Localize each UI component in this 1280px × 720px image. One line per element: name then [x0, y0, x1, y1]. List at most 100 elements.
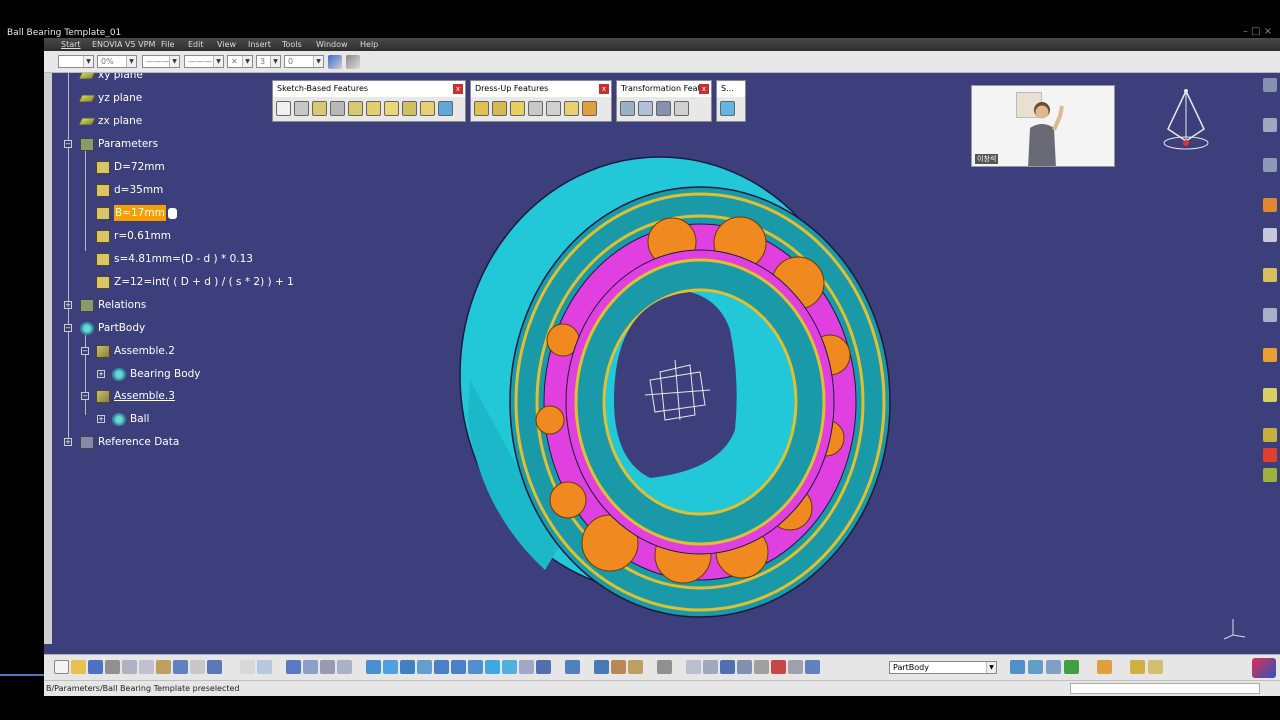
menu-start[interactable]: Start	[61, 40, 81, 49]
current-body-select[interactable]: PartBody ▼	[889, 661, 997, 674]
menu-insert[interactable]: Insert	[248, 40, 271, 49]
knowledge-icon[interactable]	[257, 660, 272, 674]
constraint-icon[interactable]	[594, 660, 609, 674]
catalog-icon[interactable]	[303, 660, 318, 674]
tool-icon[interactable]	[1130, 660, 1145, 674]
tree-param-r[interactable]: r=0.61mm	[96, 228, 171, 244]
tool-icon[interactable]	[1046, 660, 1061, 674]
tree-param-B[interactable]: B=17mm	[96, 205, 177, 221]
close-icon[interactable]: x	[453, 84, 463, 94]
ball[interactable]	[535, 405, 565, 435]
split-icon[interactable]	[720, 101, 735, 116]
tree-param-s[interactable]: s=4.81mm=(D - d ) * 0.13	[96, 251, 253, 267]
tree-ball[interactable]: Ball	[112, 411, 149, 427]
paste-icon[interactable]	[156, 660, 171, 674]
expand-toggle[interactable]: +	[97, 415, 105, 423]
layer-select[interactable]: 0 ▼	[284, 55, 324, 68]
tool-icon[interactable]	[1064, 660, 1079, 674]
tool-icon[interactable]	[1263, 228, 1277, 242]
ball[interactable]	[549, 481, 587, 519]
opacity-select[interactable]: 0% ▼	[97, 55, 137, 68]
collapse-toggle[interactable]: −	[64, 140, 72, 148]
tree-reference-data[interactable]: Reference Data	[80, 434, 179, 450]
tree-parameters[interactable]: Parameters	[80, 136, 158, 152]
compass-icon[interactable]	[1154, 83, 1214, 153]
linetype-select[interactable]: ——— ▼	[142, 55, 180, 68]
tool-icon[interactable]	[1263, 118, 1277, 132]
undo-icon[interactable]	[173, 660, 188, 674]
scaling-icon[interactable]	[674, 101, 689, 116]
remove-face-icon[interactable]	[582, 101, 597, 116]
fly-mode-icon[interactable]	[366, 660, 381, 674]
pocket-icon[interactable]	[294, 101, 309, 116]
tree-param-Z[interactable]: Z=12=int( ( D + d ) / ( s * 2) ) + 1	[96, 274, 294, 290]
painter-icon[interactable]	[328, 55, 342, 69]
iso-view-icon[interactable]	[485, 660, 500, 674]
sketch-based-features-toolbar[interactable]: Sketch-Based Features x	[272, 80, 466, 122]
collapse-toggle[interactable]: −	[81, 392, 89, 400]
draft-icon[interactable]	[510, 101, 525, 116]
thickness-select[interactable]: 3 ▼	[256, 55, 281, 68]
shading-icon[interactable]	[502, 660, 517, 674]
command-input[interactable]	[1070, 683, 1260, 694]
tool-icon[interactable]	[1263, 448, 1277, 462]
tree-yz-plane[interactable]: yz plane	[78, 90, 142, 106]
redo-icon[interactable]	[190, 660, 205, 674]
tool-icon[interactable]	[1148, 660, 1163, 674]
collapse-toggle[interactable]: −	[64, 324, 72, 332]
translation-icon[interactable]	[620, 101, 635, 116]
tool-icon[interactable]	[1263, 308, 1277, 322]
hole-icon[interactable]	[348, 101, 363, 116]
formula-icon[interactable]	[240, 660, 255, 674]
tool-icon[interactable]	[1263, 268, 1277, 282]
menu-enovia[interactable]: ENOVIA V5 VPM	[92, 40, 155, 49]
thickness-icon[interactable]	[546, 101, 561, 116]
tool-icon[interactable]	[788, 660, 803, 674]
groove-icon[interactable]	[330, 101, 345, 116]
tree-relations[interactable]: Relations	[80, 297, 146, 313]
dress-up-features-toolbar[interactable]: Dress-Up Features x	[470, 80, 612, 122]
lineweight-select[interactable]: ——— ▼	[184, 55, 224, 68]
axis-icon[interactable]	[611, 660, 626, 674]
cut-icon[interactable]	[122, 660, 137, 674]
measure-icon[interactable]	[320, 660, 335, 674]
loft-icon[interactable]	[420, 101, 435, 116]
menu-window[interactable]: Window	[316, 40, 348, 49]
expand-toggle[interactable]: +	[64, 438, 72, 446]
shaft-icon[interactable]	[312, 101, 327, 116]
collapse-toggle[interactable]: −	[81, 347, 89, 355]
tree-zx-plane[interactable]: zx plane	[78, 113, 142, 129]
zoom-out-icon[interactable]	[451, 660, 466, 674]
thread-icon[interactable]	[564, 101, 579, 116]
menu-view[interactable]: View	[217, 40, 236, 49]
pan-icon[interactable]	[400, 660, 415, 674]
tool-icon[interactable]	[1010, 660, 1025, 674]
menu-edit[interactable]: Edit	[188, 40, 204, 49]
hide-show-icon[interactable]	[519, 660, 534, 674]
fit-all-icon[interactable]	[383, 660, 398, 674]
tree-assemble-2[interactable]: Assemble.2	[96, 343, 175, 359]
whats-this-icon[interactable]	[207, 660, 222, 674]
tree-param-d[interactable]: d=35mm	[96, 182, 163, 198]
tool-icon[interactable]	[805, 660, 820, 674]
3d-grid-icon[interactable]	[703, 660, 718, 674]
photo-icon[interactable]	[657, 660, 672, 674]
rotate-icon[interactable]	[417, 660, 432, 674]
open-icon[interactable]	[71, 660, 86, 674]
tool-icon[interactable]	[1263, 348, 1277, 362]
menu-file[interactable]: File	[161, 40, 174, 49]
dimension-icon[interactable]	[720, 660, 735, 674]
menu-help[interactable]: Help	[360, 40, 378, 49]
tree-bearing-body[interactable]: Bearing Body	[112, 366, 201, 382]
color-select[interactable]: ▼	[58, 55, 94, 68]
tree-xy-plane[interactable]: xy plane	[78, 73, 143, 83]
pattern-icon[interactable]	[656, 101, 671, 116]
save-icon[interactable]	[88, 660, 103, 674]
tool-icon[interactable]	[1263, 468, 1277, 482]
tool-icon[interactable]	[1097, 660, 1112, 674]
copy-icon[interactable]	[139, 660, 154, 674]
tool-icon[interactable]	[1263, 198, 1277, 212]
close-icon[interactable]: x	[699, 84, 709, 94]
tree-param-D[interactable]: D=72mm	[96, 159, 165, 175]
close-icon[interactable]: x	[599, 84, 609, 94]
